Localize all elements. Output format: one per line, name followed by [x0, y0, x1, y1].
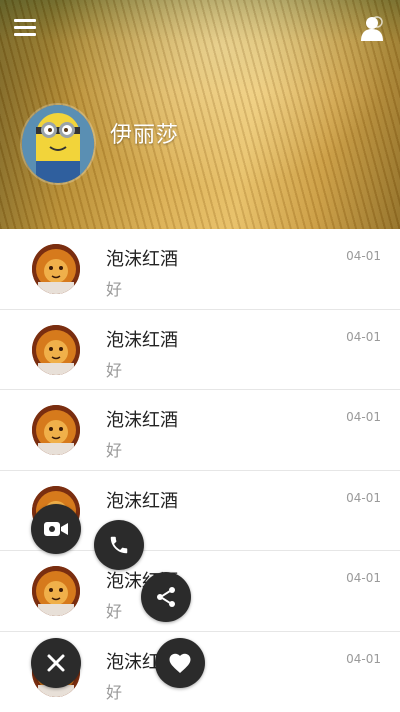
message-text: 好 — [106, 679, 122, 703]
message-title: 泡沫红酒 — [106, 487, 178, 513]
share-icon — [154, 585, 178, 609]
message-text: 好 — [106, 357, 122, 381]
favorite-button[interactable] — [155, 638, 205, 688]
user-avatar[interactable] — [22, 105, 94, 183]
list-item[interactable]: 泡沫红酒 好 04-01 — [0, 310, 400, 391]
message-date: 04-01 — [346, 330, 381, 344]
list-item[interactable]: 泡沫红酒 好 04-01 — [0, 229, 400, 310]
message-text: 好 — [106, 437, 122, 461]
message-text: 好 — [106, 276, 122, 300]
phone-icon — [108, 534, 130, 556]
user-name: 伊丽莎 — [110, 117, 179, 149]
contact-avatar — [32, 405, 80, 455]
close-menu-button[interactable] — [31, 638, 81, 688]
message-date: 04-01 — [346, 652, 381, 666]
message-title: 泡沫红酒 — [106, 245, 178, 271]
video-call-icon — [43, 520, 69, 538]
heart-icon — [168, 652, 192, 674]
message-text: 好 — [106, 598, 122, 622]
hamburger-menu-icon[interactable] — [14, 16, 40, 40]
share-button[interactable] — [141, 572, 191, 622]
contact-avatar — [32, 244, 80, 294]
message-date: 04-01 — [346, 410, 381, 424]
message-date: 04-01 — [346, 249, 381, 263]
message-date: 04-01 — [346, 571, 381, 585]
user-profile-icon[interactable] — [358, 14, 386, 42]
close-icon — [45, 652, 67, 674]
message-title: 泡沫红酒 — [106, 326, 178, 352]
phone-call-button[interactable] — [94, 520, 144, 570]
video-call-button[interactable] — [31, 504, 81, 554]
message-title: 泡沫红酒 — [106, 406, 178, 432]
profile-header: 伊丽莎 — [0, 0, 400, 229]
contact-avatar — [32, 325, 80, 375]
contact-avatar — [32, 566, 80, 616]
list-item[interactable]: 泡沫红酒 好 04-01 — [0, 390, 400, 471]
list-item[interactable]: 泡沫红酒 好 04-01 — [0, 551, 400, 632]
message-date: 04-01 — [346, 491, 381, 505]
